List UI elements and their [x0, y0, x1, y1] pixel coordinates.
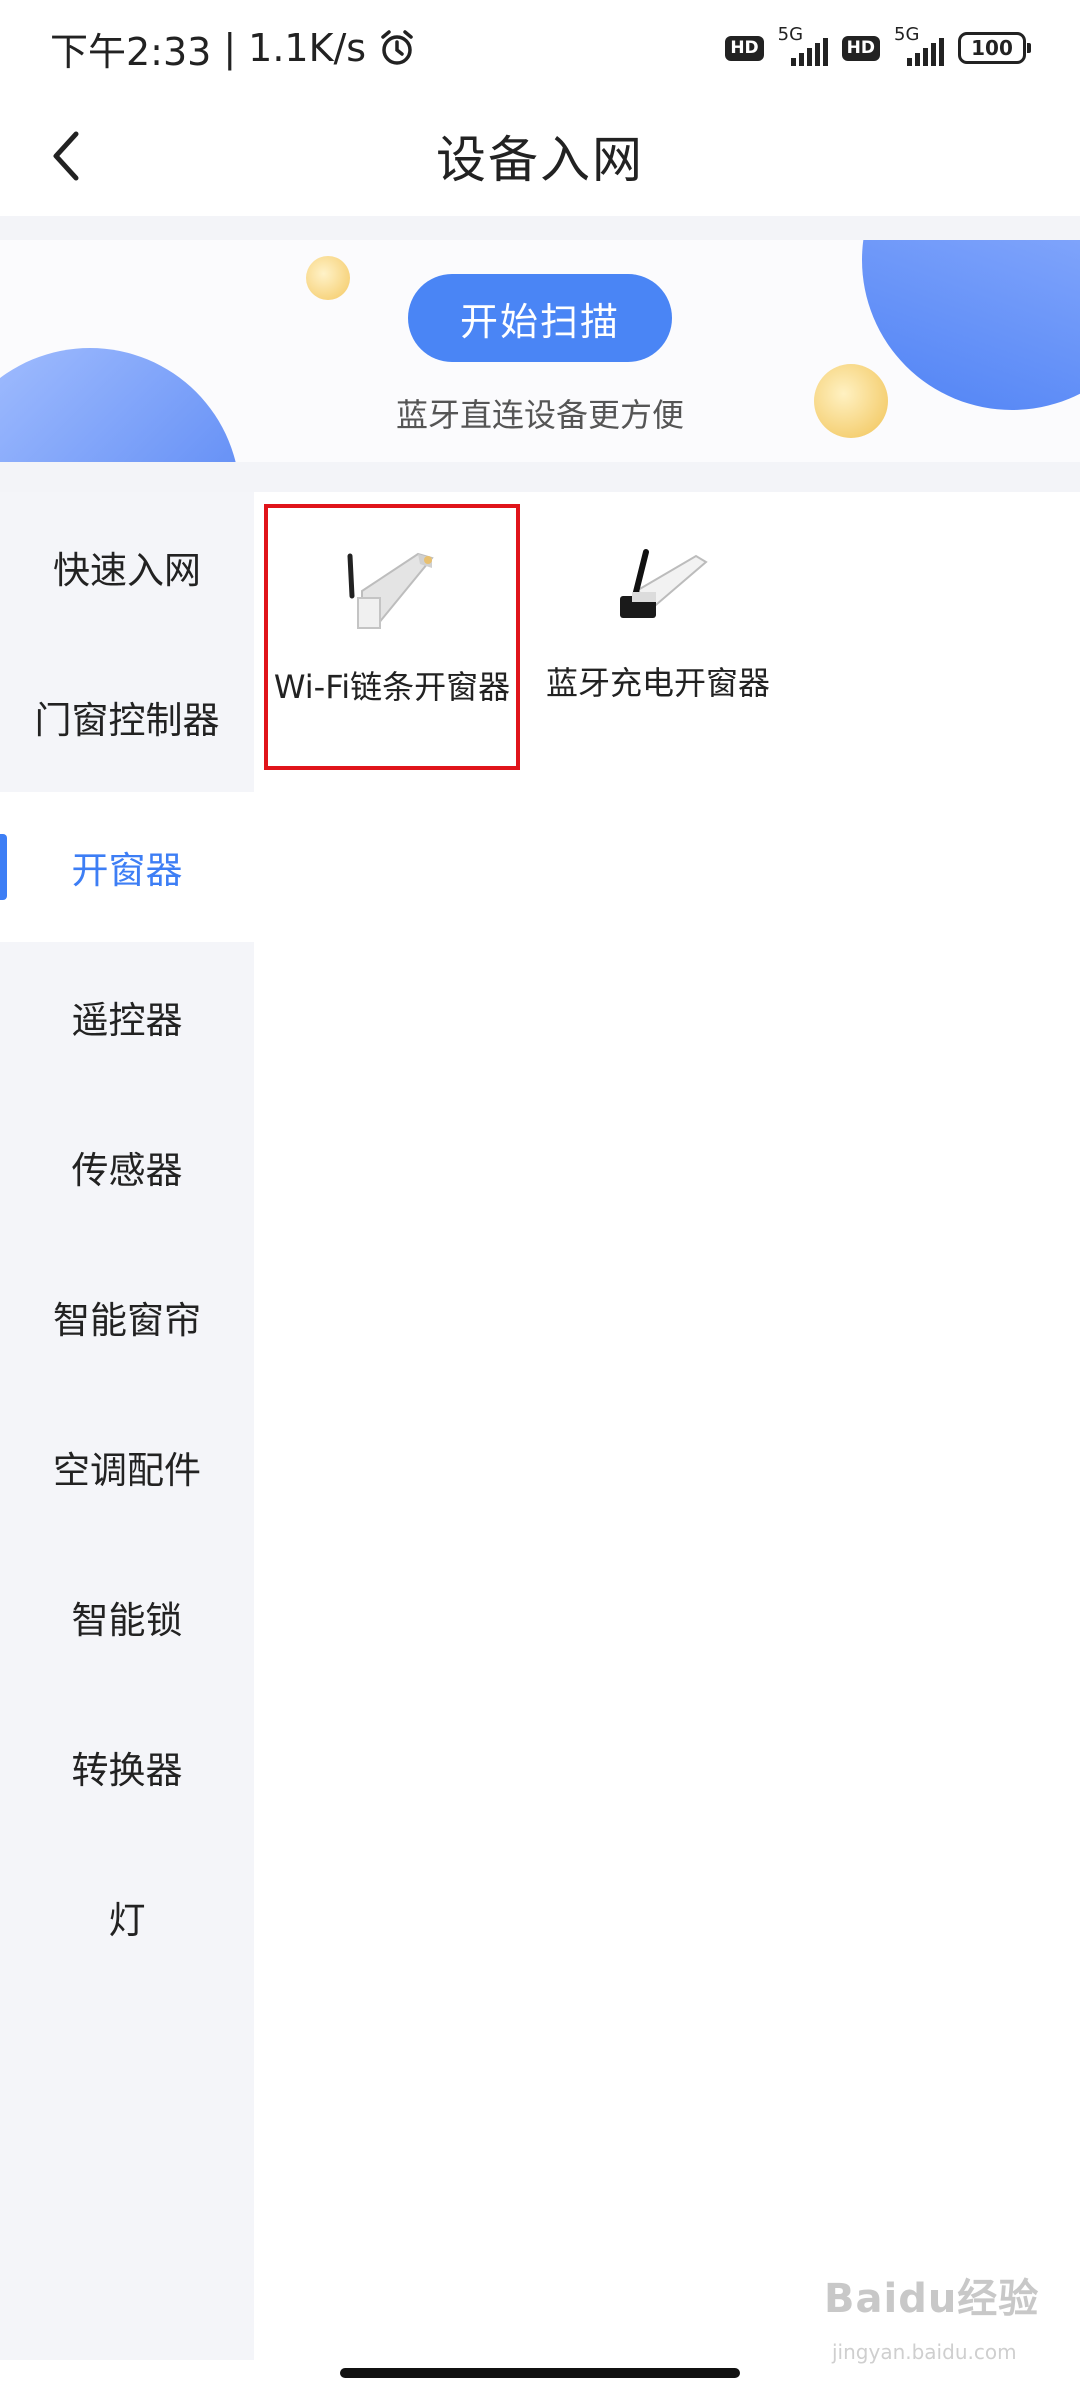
battery-level: 100	[971, 36, 1013, 60]
status-right: HD 5G HD 5G 100	[725, 24, 1031, 68]
alarm-icon	[378, 29, 416, 67]
header: 设备入网	[0, 96, 1080, 216]
sidebar-item-remote-control[interactable]: 遥控器	[0, 942, 254, 1092]
page-title: 设备入网	[436, 131, 644, 189]
sidebar-item-converter[interactable]: 转换器	[0, 1692, 254, 1842]
device-grid: Wi-Fi链条开窗器 蓝牙充电开窗器	[254, 492, 1080, 2360]
sidebar-item-smart-curtain[interactable]: 智能窗帘	[0, 1242, 254, 1392]
device-label: 蓝牙充电开窗器	[545, 664, 770, 702]
hd-badge-2: HD	[841, 35, 880, 61]
device-card-bluetooth-charging-opener[interactable]: 蓝牙充电开窗器	[530, 504, 786, 770]
wifi-chain-window-opener-image	[347, 552, 434, 629]
watermark-url: jingyan.baidu.com	[832, 2340, 1017, 2364]
sidebar-item-smart-lock[interactable]: 智能锁	[0, 1542, 254, 1692]
start-scan-button[interactable]: 开始扫描	[408, 274, 672, 362]
scan-banner: 开始扫描 蓝牙直连设备更方便	[0, 240, 1080, 462]
home-indicator[interactable]	[340, 2368, 740, 2378]
active-indicator	[0, 834, 7, 900]
sidebar-item-label: 灯	[108, 1899, 146, 1942]
chevron-left-icon	[53, 131, 79, 181]
sidebar-item-label: 智能锁	[71, 1599, 183, 1642]
device-label: Wi-Fi链条开窗器	[273, 668, 511, 706]
sidebar-item-label: 遥控器	[71, 999, 183, 1042]
signal-icon-1: 5G	[778, 24, 828, 68]
sidebar-item-label: 门窗控制器	[34, 699, 220, 742]
sidebar-item-window-opener[interactable]: 开窗器	[0, 792, 254, 942]
decor-blob-right	[862, 240, 1080, 410]
back-button[interactable]	[30, 120, 102, 192]
sidebar-item-label: 传感器	[71, 1149, 183, 1192]
status-bar: 下午2:33 | 1.1K/s HD 5G HD 5G 100	[0, 0, 1080, 96]
watermark-logo: Baidu经验	[824, 2276, 1040, 2322]
bluetooth-charging-window-opener-image	[620, 549, 708, 618]
battery-icon: 100	[958, 32, 1031, 64]
sidebar-item-quick-network[interactable]: 快速入网	[0, 492, 254, 642]
sidebar-item-label: 空调配件	[53, 1449, 201, 1492]
sidebar-item-sensor[interactable]: 传感器	[0, 1092, 254, 1242]
sidebar-item-label: 开窗器	[71, 849, 183, 892]
signal-icon-2: 5G	[894, 24, 944, 68]
category-sidebar: 快速入网 门窗控制器 开窗器 遥控器 传感器 智能窗帘 空调配件 智能锁 转换器…	[0, 492, 254, 2360]
sidebar-item-label: 智能窗帘	[53, 1299, 201, 1342]
sidebar-item-label: 转换器	[71, 1749, 183, 1792]
sidebar-item-door-window-controller[interactable]: 门窗控制器	[0, 642, 254, 792]
status-net-speed: 1.1K/s	[248, 26, 367, 70]
sidebar-item-label: 快速入网	[53, 549, 201, 592]
divider	[0, 216, 1080, 240]
status-separator: |	[223, 26, 237, 70]
sidebar-item-light[interactable]: 灯	[0, 1842, 254, 1992]
decor-dot-small	[306, 256, 350, 300]
sidebar-item-ac-accessory[interactable]: 空调配件	[0, 1392, 254, 1542]
scan-hint: 蓝牙直连设备更方便	[395, 396, 684, 434]
status-left: 下午2:33 | 1.1K/s	[50, 21, 416, 76]
divider	[0, 462, 1080, 492]
hd-badge-1: HD	[725, 35, 764, 61]
device-card-wifi-chain-opener[interactable]: Wi-Fi链条开窗器	[264, 504, 520, 770]
status-time: 下午2:33	[50, 29, 212, 74]
